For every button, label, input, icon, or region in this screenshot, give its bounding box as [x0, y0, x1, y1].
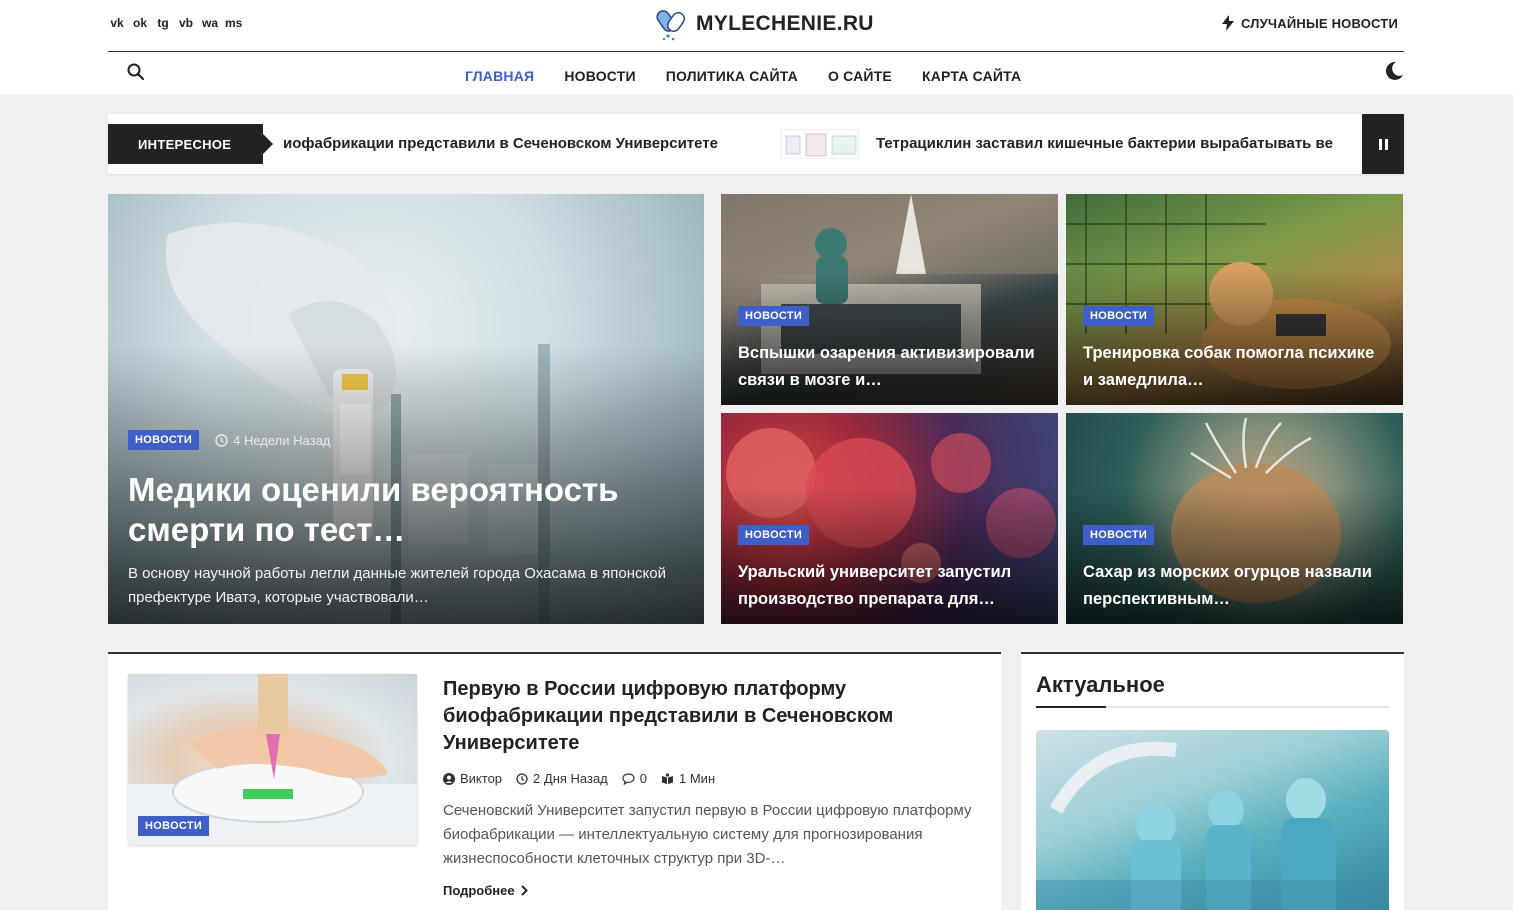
chevron-right-icon [520, 885, 528, 896]
article-title[interactable]: Медики оценили вероятность смерти по тес… [128, 470, 674, 550]
random-news-label: СЛУЧАЙНЫЕ НОВОСТИ [1241, 15, 1398, 31]
ticker-track: иофабрикации представили в Сеченовском У… [283, 114, 1362, 174]
post-date: 2 Дня Назад [516, 771, 608, 786]
header-divider [108, 51, 1404, 52]
category-badge[interactable]: НОВОСТИ [128, 430, 200, 450]
post-author-name: Виктор [460, 771, 503, 786]
pause-icon [1384, 138, 1388, 150]
widget-title-underline [1036, 706, 1389, 708]
ticker-pause-button[interactable] [1362, 114, 1404, 174]
site-header: vk ok tg vb wa ms MYLECHENIE.RU СЛУЧАЙНЫ… [0, 0, 1513, 94]
random-news-link[interactable]: СЛУЧАЙНЫЕ НОВОСТИ [1221, 15, 1398, 31]
logo-text: MYLECHENIE.RU [696, 12, 874, 35]
pill-logo-icon [654, 6, 690, 42]
clock-icon [516, 772, 528, 785]
article-date-text: 4 Недели Назад [233, 432, 331, 448]
article-meta: НОВОСТИ 4 Недели Назад [128, 430, 674, 450]
post-title[interactable]: Первую в России цифровую платформу биофа… [443, 676, 963, 757]
viber-icon[interactable]: vb [179, 16, 193, 30]
article-title[interactable]: Уральский университет запустил производс… [738, 559, 1042, 613]
lightning-icon [1222, 15, 1235, 31]
post-read-time-text: 1 Мин [679, 771, 716, 786]
article-date: 4 Недели Назад [215, 433, 330, 448]
post-thumbnail[interactable]: НОВОСТИ [128, 674, 417, 845]
whatsapp-icon[interactable]: wa [202, 16, 218, 30]
ticker-label: ИНТЕРЕСНОЕ [108, 124, 273, 164]
article-card[interactable]: НОВОСТИ Вспышки озарения активизировали … [721, 194, 1058, 405]
article-card-content: НОВОСТИ Уральский университет запустил п… [738, 525, 1042, 613]
article-card[interactable]: НОВОСТИ Уральский университет запустил п… [721, 413, 1058, 624]
dark-mode-toggle-moon-icon[interactable] [1384, 60, 1404, 82]
article-card-content: НОВОСТИ Сахар из морских огурцов назвали… [1083, 525, 1387, 613]
news-ticker: ИНТЕРЕСНОЕ иофабрикации представили в Се… [108, 114, 1404, 174]
user-icon [443, 772, 455, 785]
category-badge[interactable]: НОВОСТИ [738, 306, 810, 326]
post-author[interactable]: Виктор [443, 771, 502, 786]
article-card-content: НОВОСТИ Тренировка собак помогла психике… [1083, 306, 1387, 394]
ticker-thumbnail[interactable] [781, 129, 859, 159]
nav-item-sitemap[interactable]: КАРТА САЙТА [922, 68, 1021, 84]
read-more-label: Подробнее [443, 883, 515, 898]
nav-item-about[interactable]: О САЙТЕ [828, 68, 892, 84]
article-title[interactable]: Вспышки озарения активизировали связи в … [738, 340, 1042, 394]
messenger-icon[interactable]: ms [225, 16, 242, 30]
main-navigation: ГЛАВНАЯ НОВОСТИ ПОЛИТИКА САЙТА О САЙТЕ К… [465, 68, 1021, 84]
article-title[interactable]: Тренировка собак помогла психике и замед… [1083, 340, 1387, 394]
post-date-text: 2 Дня Назад [533, 771, 608, 786]
category-badge[interactable]: НОВОСТИ [1083, 525, 1155, 545]
sidebar-widget: Актуальное [1021, 652, 1404, 910]
search-icon[interactable] [126, 62, 146, 82]
comment-icon [622, 772, 635, 785]
social-links: vk ok tg vb wa ms [110, 16, 242, 30]
post-comments[interactable]: 0 [622, 771, 647, 786]
article-card-content: НОВОСТИ Вспышки озарения активизировали … [738, 306, 1042, 394]
widget-article-image[interactable] [1036, 730, 1389, 910]
category-badge[interactable]: НОВОСТИ [1083, 306, 1155, 326]
article-title[interactable]: Сахар из морских огурцов назвали перспек… [1083, 559, 1387, 613]
post-read-time: 1 Мин [661, 771, 715, 786]
book-icon [662, 772, 674, 784]
post-list-item: НОВОСТИ Первую в России цифровую платфор… [108, 652, 1001, 910]
read-more-link[interactable]: Подробнее [443, 883, 528, 898]
article-excerpt: В основу научной работы легли данные жит… [128, 565, 666, 606]
post-meta: Виктор 2 Дня Назад 0 1 Мин [443, 771, 715, 786]
site-logo[interactable]: MYLECHENIE.RU [654, 6, 874, 42]
ticker-item[interactable]: иофабрикации представили в Сеченовском У… [283, 135, 718, 152]
article-card[interactable]: НОВОСТИ Тренировка собак помогла психике… [1066, 194, 1403, 405]
featured-article-card[interactable]: НОВОСТИ 4 Недели Назад Медики оценили ве… [108, 194, 704, 624]
article-card[interactable]: НОВОСТИ Сахар из морских огурцов назвали… [1066, 413, 1403, 624]
nav-item-home[interactable]: ГЛАВНАЯ [465, 68, 534, 84]
ticker-item[interactable]: Тетрациклин заставил кишечные бактерии в… [876, 135, 1333, 152]
category-badge[interactable]: НОВОСТИ [738, 525, 810, 545]
featured-article-content: НОВОСТИ 4 Недели Назад Медики оценили ве… [128, 430, 674, 610]
pause-icon [1378, 138, 1382, 150]
nav-item-policy[interactable]: ПОЛИТИКА САЙТА [666, 68, 798, 84]
category-badge[interactable]: НОВОСТИ [138, 816, 210, 836]
ok-icon[interactable]: ok [133, 16, 147, 30]
clock-icon [215, 433, 228, 447]
vk-icon[interactable]: vk [110, 16, 124, 30]
post-excerpt: Сеченовский Университет запустил первую … [443, 802, 972, 867]
surgery-team-image [1036, 741, 1389, 910]
nav-item-news[interactable]: НОВОСТИ [564, 68, 635, 84]
post-comments-count: 0 [639, 771, 648, 786]
widget-title: Актуальное [1036, 672, 1165, 697]
telegram-icon[interactable]: tg [156, 16, 170, 30]
